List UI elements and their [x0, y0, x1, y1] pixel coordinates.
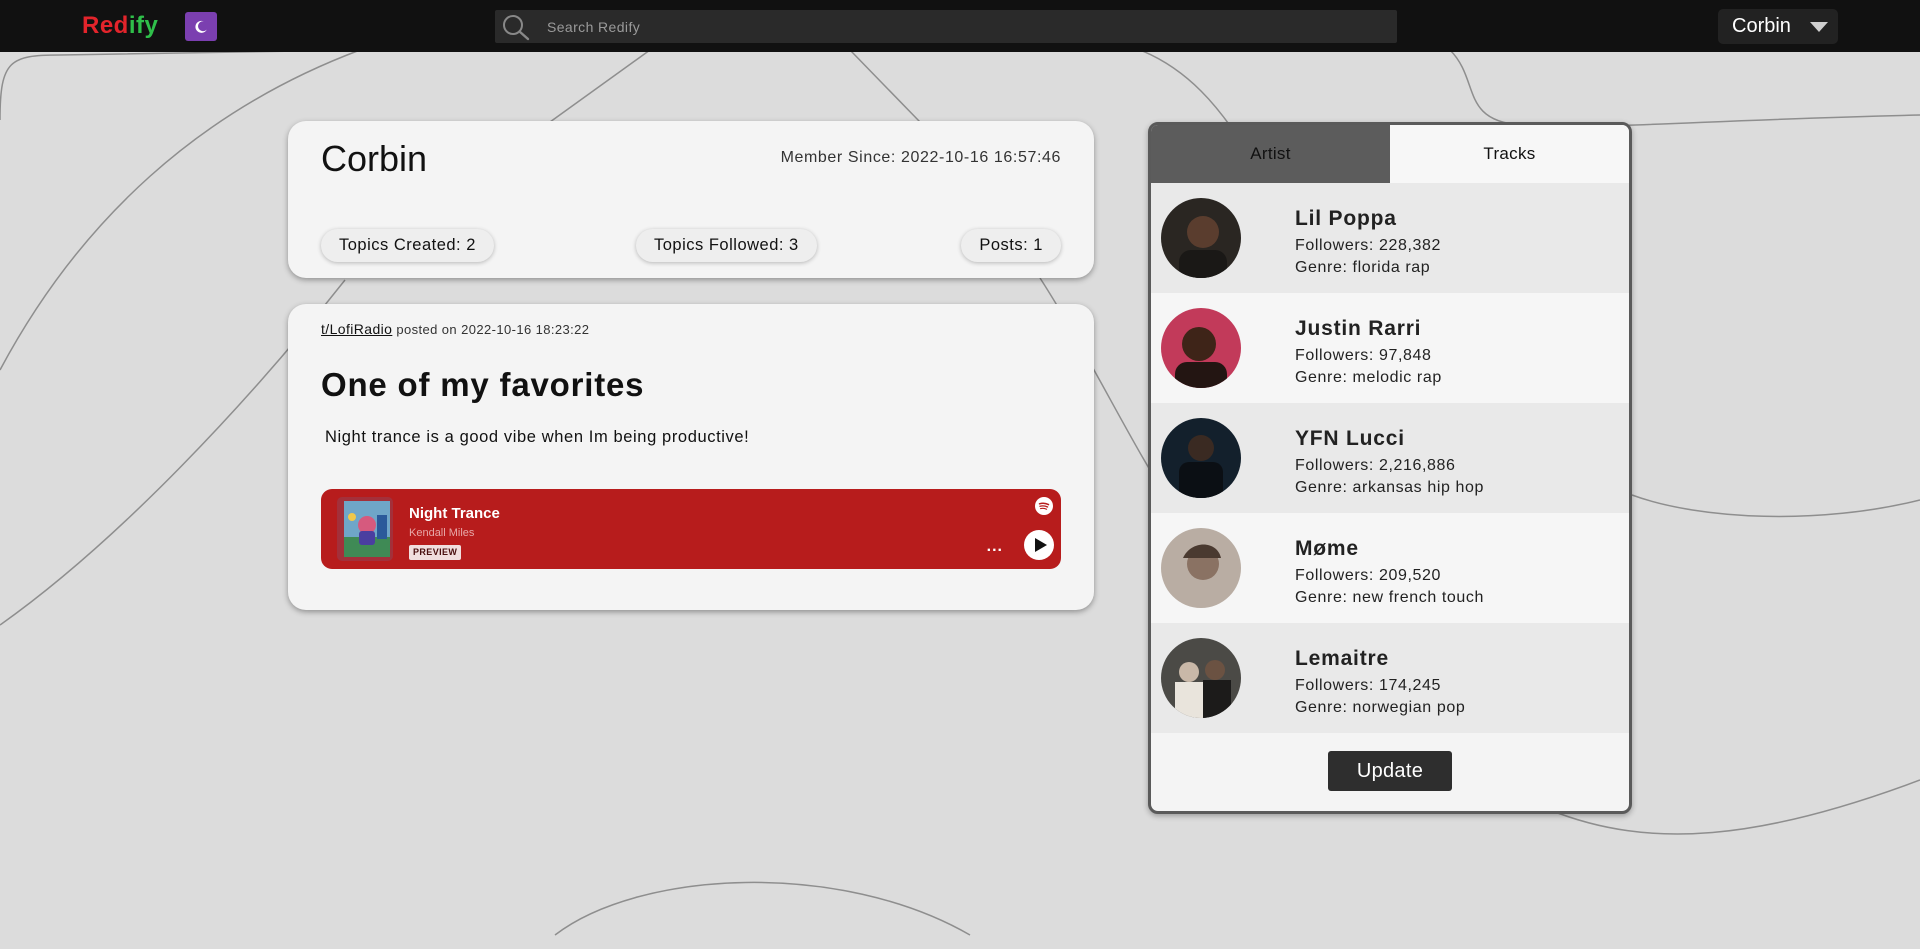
post-body: Night trance is a good vibe when Im bein…	[325, 428, 750, 446]
artist-avatar	[1161, 198, 1241, 278]
artist-row[interactable]: YFN Lucci Followers: 2,216,886 Genre: ar…	[1151, 403, 1629, 513]
update-button[interactable]: Update	[1328, 751, 1452, 791]
post-title: One of my favorites	[321, 366, 645, 403]
moon-icon	[195, 20, 207, 33]
artist-row[interactable]: Møme Followers: 209,520 Genre: new frenc…	[1151, 513, 1629, 623]
post-meta: t/LofiRadio posted on 2022-10-16 18:23:2…	[321, 321, 589, 337]
user-menu-label: Corbin	[1732, 15, 1791, 37]
post-card: t/LofiRadio posted on 2022-10-16 18:23:2…	[288, 304, 1094, 610]
posts-stat[interactable]: Posts: 1	[961, 229, 1061, 262]
topics-followed-stat[interactable]: Topics Followed: 3	[636, 229, 817, 262]
artist-avatar	[1161, 638, 1241, 718]
artist-followers: Followers: 2,216,886	[1295, 457, 1456, 474]
more-options-icon[interactable]: ...	[987, 538, 1003, 556]
artist-name: Lil Poppa	[1295, 207, 1397, 230]
topic-link[interactable]: t/LofiRadio	[321, 321, 392, 337]
artist-followers: Followers: 209,520	[1295, 567, 1441, 584]
spotify-embed-player[interactable]: Night Trance Kendall Miles PREVIEW ...	[321, 489, 1061, 569]
artist-row[interactable]: Lemaitre Followers: 174,245 Genre: norwe…	[1151, 623, 1629, 733]
artist-avatar	[1161, 308, 1241, 388]
artist-genre: Genre: new french touch	[1295, 589, 1485, 606]
preview-badge: PREVIEW	[409, 545, 462, 560]
spotify-icon[interactable]	[1035, 497, 1053, 515]
user-menu-dropdown[interactable]: Corbin	[1718, 9, 1838, 44]
logo-red-part: Red	[82, 12, 129, 39]
artist-list: Lil Poppa Followers: 228,382 Genre: flor…	[1151, 183, 1629, 733]
logo-green-part: ify	[128, 12, 159, 39]
profile-card: Corbin Member Since: 2022-10-16 16:57:46…	[288, 121, 1094, 278]
post-timestamp: posted on 2022-10-16 18:23:22	[396, 322, 590, 337]
tab-tracks[interactable]: Tracks	[1390, 125, 1629, 183]
artist-followers: Followers: 228,382	[1295, 237, 1441, 254]
artist-name: Møme	[1295, 537, 1359, 560]
artist-genre: Genre: arkansas hip hop	[1295, 479, 1485, 496]
chevron-down-icon	[1810, 22, 1828, 32]
artist-name: Lemaitre	[1295, 647, 1389, 670]
top-artists-panel: Artist Tracks Lil Poppa Followers: 228,3…	[1148, 122, 1632, 814]
dark-mode-toggle-button[interactable]	[185, 12, 217, 41]
topics-created-stat[interactable]: Topics Created: 2	[321, 229, 494, 262]
artist-row[interactable]: Lil Poppa Followers: 228,382 Genre: flor…	[1151, 183, 1629, 293]
album-art	[337, 497, 393, 561]
artist-followers: Followers: 174,245	[1295, 677, 1441, 694]
panel-tabs: Artist Tracks	[1151, 125, 1629, 183]
track-artist[interactable]: Kendall Miles	[409, 527, 474, 539]
member-since-text: Member Since: 2022-10-16 16:57:46	[780, 149, 1061, 166]
search-input[interactable]	[547, 10, 1387, 43]
artist-genre: Genre: norwegian pop	[1295, 699, 1466, 716]
artist-name: YFN Lucci	[1295, 427, 1405, 450]
search-bar[interactable]	[495, 10, 1397, 43]
play-icon[interactable]	[1024, 530, 1054, 560]
redify-logo[interactable]: Redify	[82, 12, 158, 40]
artist-followers: Followers: 97,848	[1295, 347, 1432, 364]
tab-artist[interactable]: Artist	[1151, 125, 1390, 183]
artist-avatar	[1161, 418, 1241, 498]
artist-row[interactable]: Justin Rarri Followers: 97,848 Genre: me…	[1151, 293, 1629, 403]
profile-username: Corbin	[321, 138, 428, 179]
artist-avatar	[1161, 528, 1241, 608]
artist-name: Justin Rarri	[1295, 317, 1422, 340]
search-icon	[503, 15, 530, 41]
artist-genre: Genre: florida rap	[1295, 259, 1431, 276]
artist-genre: Genre: melodic rap	[1295, 369, 1442, 386]
top-navbar: Redify Corbin	[0, 0, 1920, 52]
track-title[interactable]: Night Trance	[409, 505, 500, 522]
